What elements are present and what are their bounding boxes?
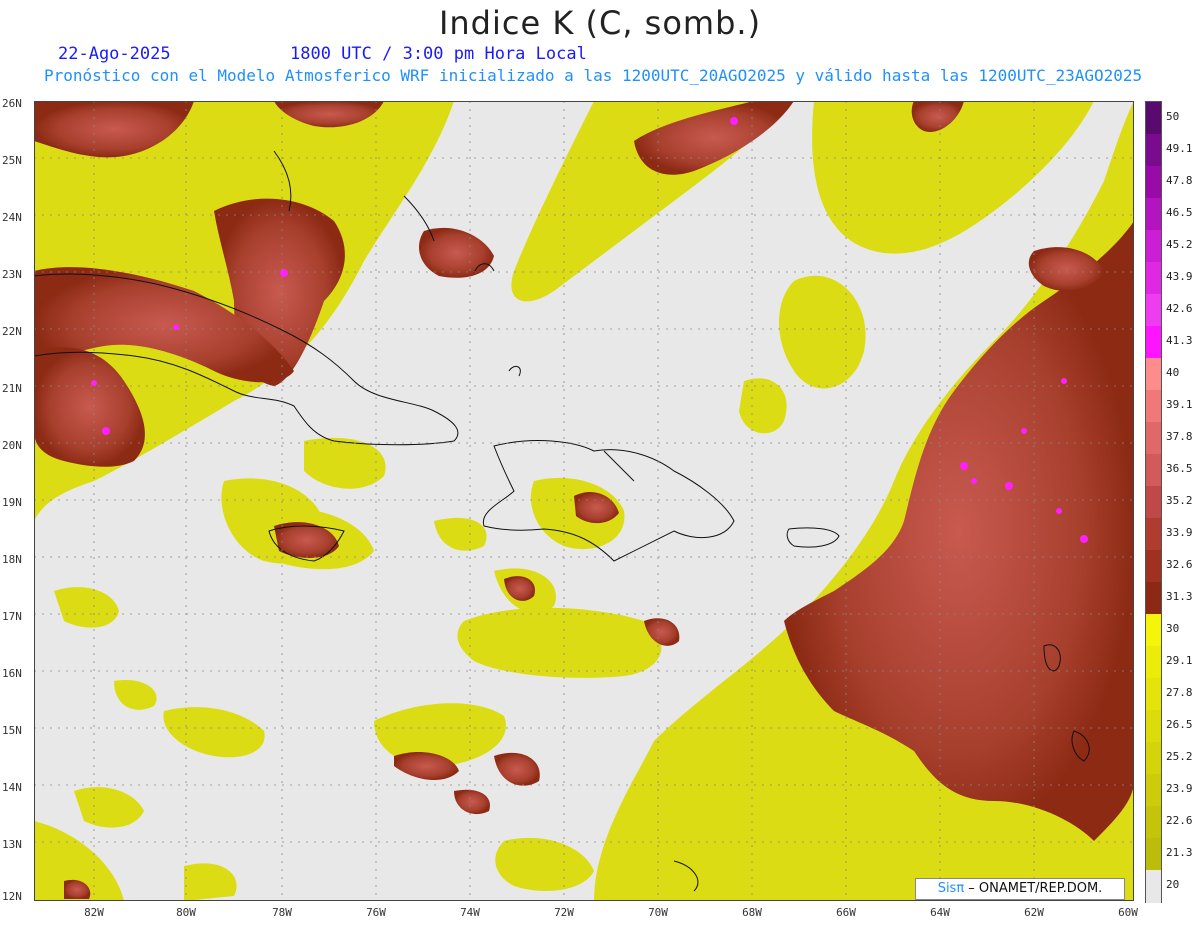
colorbar-label: 21.3 [1166, 846, 1193, 859]
colorbar-segment [1146, 486, 1161, 519]
colorbar-segment [1146, 614, 1161, 647]
colorbar-label: 46.5 [1166, 206, 1193, 219]
lon-label: 68W [742, 906, 762, 919]
lon-label: 72W [554, 906, 574, 919]
lat-label: 17N [2, 610, 22, 623]
lon-label: 76W [366, 906, 386, 919]
lon-label: 80W [176, 906, 196, 919]
lat-label: 20N [2, 439, 22, 452]
lat-label: 24N [2, 211, 22, 224]
colorbar-label: 30 [1166, 622, 1180, 635]
colorbar-label: 45.2 [1166, 238, 1193, 251]
colorbar-label: 42.6 [1166, 302, 1193, 315]
forecast-description: Pronóstico con el Modelo Atmosferico WRF… [44, 66, 1143, 85]
colorbar-label: 39.1 [1166, 398, 1193, 411]
colorbar-segment [1146, 166, 1161, 199]
colorbar-label: 37.8 [1166, 430, 1193, 443]
colorbar-segment [1146, 774, 1161, 807]
colorbar-segment [1146, 358, 1161, 391]
colorbar-segment [1146, 390, 1161, 423]
colorbar-segment [1146, 710, 1161, 743]
sispi-logo-text: Sisπ [937, 881, 965, 896]
colorbar-segment [1146, 678, 1161, 711]
colorbar-label: 25.2 [1166, 750, 1193, 763]
lat-label: 16N [2, 667, 22, 680]
lat-label: 12N [2, 890, 22, 903]
lat-label: 26N [2, 97, 22, 110]
colorbar-label: 33.9 [1166, 526, 1193, 539]
colorbar-label: 22.6 [1166, 814, 1193, 827]
colorbar-label: 32.6 [1166, 558, 1193, 571]
colorbar-label: 40 [1166, 366, 1180, 379]
colorbar-segment [1146, 550, 1161, 583]
colorbar-label: 35.2 [1166, 494, 1193, 507]
forecast-time: 1800 UTC / 3:00 pm Hora Local [290, 44, 587, 64]
colorbar-label: 47.8 [1166, 174, 1193, 187]
colorbar-segment [1146, 870, 1161, 903]
colorbar-label: 36.5 [1166, 462, 1193, 475]
colorbar-label: 31.3 [1166, 590, 1193, 603]
lon-label: 70W [648, 906, 668, 919]
colorbar-label: 29.1 [1166, 654, 1193, 667]
colorbar-label: 23.9 [1166, 782, 1193, 795]
lat-label: 25N [2, 154, 22, 167]
colorbar-label: 41.3 [1166, 334, 1193, 347]
colorbar-label: 26.5 [1166, 718, 1193, 731]
colorbar-label: 43.9 [1166, 270, 1193, 283]
lon-label: 62W [1024, 906, 1044, 919]
colorbar-segment [1146, 838, 1161, 871]
colorbar-segment [1146, 262, 1161, 295]
colorbar [1145, 101, 1162, 903]
lon-label: 64W [930, 906, 950, 919]
colorbar-label: 49.1 [1166, 142, 1193, 155]
lat-label: 23N [2, 268, 22, 281]
lat-label: 21N [2, 382, 22, 395]
colorbar-segment [1146, 422, 1161, 455]
colorbar-segment [1146, 198, 1161, 231]
lat-label: 22N [2, 325, 22, 338]
lon-label: 66W [836, 906, 856, 919]
colorbar-segment [1146, 806, 1161, 839]
colorbar-label: 50 [1166, 110, 1180, 123]
colorbar-segment [1146, 294, 1161, 327]
colorbar-segment [1146, 582, 1161, 615]
lat-label: 19N [2, 496, 22, 509]
colorbar-segment [1146, 742, 1161, 775]
colorbar-segment [1146, 326, 1161, 359]
colorbar-segment [1146, 230, 1161, 263]
colorbar-segment [1146, 102, 1161, 135]
lon-label: 74W [460, 906, 480, 919]
colorbar-segment [1146, 646, 1161, 679]
map-title: Indice K (C, somb.) [438, 4, 762, 42]
credit-box: Sisπ – ONAMET/REP.DOM. [915, 878, 1125, 900]
colorbar-segment [1146, 518, 1161, 551]
forecast-date: 22-Ago-2025 [58, 44, 171, 64]
k-index-map [34, 101, 1134, 901]
lat-label: 15N [2, 724, 22, 737]
lon-label: 82W [84, 906, 104, 919]
lat-label: 14N [2, 781, 22, 794]
colorbar-label: 27.8 [1166, 686, 1193, 699]
lat-label: 18N [2, 553, 22, 566]
credit-text: – ONAMET/REP.DOM. [964, 881, 1103, 896]
colorbar-label: 20 [1166, 878, 1180, 891]
colorbar-segment [1146, 454, 1161, 487]
lon-label: 60W [1118, 906, 1138, 919]
lat-label: 13N [2, 838, 22, 851]
colorbar-segment [1146, 134, 1161, 167]
lon-label: 78W [272, 906, 292, 919]
